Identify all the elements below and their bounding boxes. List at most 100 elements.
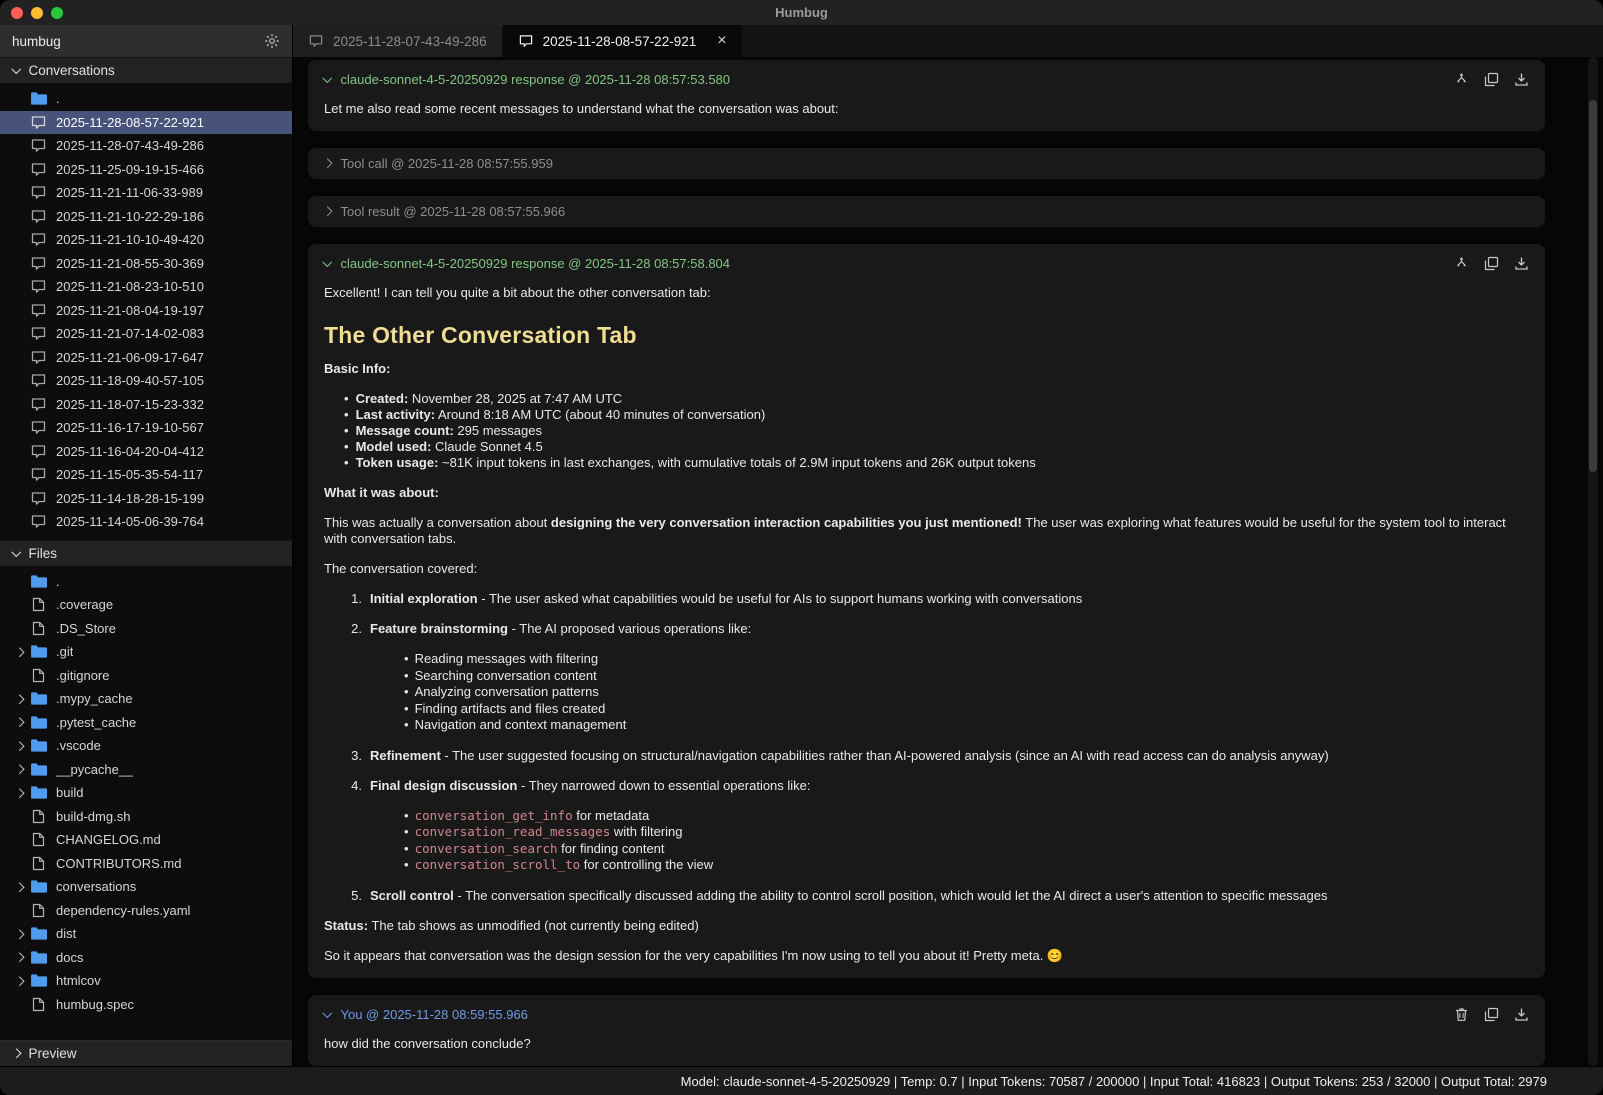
message-header-label: claude-sonnet-4-5-20250929 response @ 20… xyxy=(341,256,731,271)
conversation-item[interactable]: 2025-11-21-08-04-19-197 xyxy=(0,299,292,323)
list-item: Reading messages with filtering xyxy=(404,651,1529,668)
chevron-down-icon[interactable] xyxy=(323,257,332,266)
folder-icon xyxy=(30,973,47,988)
preview-section-header[interactable]: Preview xyxy=(0,1040,292,1066)
download-icon[interactable] xyxy=(1514,72,1529,87)
download-icon[interactable] xyxy=(1514,1007,1529,1022)
conversation-item[interactable]: 2025-11-28-07-43-49-286 xyxy=(0,134,292,158)
expand-chevron-icon[interactable] xyxy=(8,743,30,750)
copy-icon[interactable] xyxy=(1484,72,1499,87)
chevron-down-icon[interactable] xyxy=(323,73,332,82)
file-item-label: .DS_Store xyxy=(56,621,116,636)
expand-chevron-icon[interactable] xyxy=(8,649,30,656)
tool-result-card[interactable]: Tool result @ 2025-11-28 08:57:55.966 xyxy=(308,196,1545,227)
expand-chevron-icon[interactable] xyxy=(8,696,30,703)
file-item[interactable]: humbug.spec xyxy=(0,993,292,1017)
chevron-right-icon[interactable] xyxy=(323,159,332,168)
files-root-folder[interactable]: . xyxy=(0,570,292,594)
copy-icon[interactable] xyxy=(1484,1007,1499,1022)
conversation-item[interactable]: 2025-11-18-07-15-23-332 xyxy=(0,393,292,417)
file-item[interactable]: dependency-rules.yaml xyxy=(0,899,292,923)
conversation-item[interactable]: 2025-11-16-17-19-10-567 xyxy=(0,416,292,440)
conversation-item[interactable]: 2025-11-21-06-09-17-647 xyxy=(0,346,292,370)
expand-chevron-icon[interactable] xyxy=(8,790,30,797)
message-header[interactable]: You @ 2025-11-28 08:59:55.966 xyxy=(324,1007,1529,1022)
bullet-list: Created: November 28, 2025 at 7:47 AM UT… xyxy=(324,391,1529,471)
gear-icon[interactable] xyxy=(264,33,280,49)
folder-item[interactable]: docs xyxy=(0,946,292,970)
copy-icon[interactable] xyxy=(1484,256,1499,271)
trash-icon[interactable] xyxy=(1454,1007,1469,1022)
message-header[interactable]: claude-sonnet-4-5-20250929 response @ 20… xyxy=(324,72,1529,87)
file-item[interactable]: .DS_Store xyxy=(0,617,292,641)
folder-item[interactable]: .vscode xyxy=(0,734,292,758)
expand-chevron-icon[interactable] xyxy=(8,978,30,985)
list-item: conversation_get_info for metadata xyxy=(404,808,1529,825)
paragraph: Status: The tab shows as unmodified (not… xyxy=(324,918,1529,934)
project-name: humbug xyxy=(12,34,61,49)
tool-call-card[interactable]: Tool call @ 2025-11-28 08:57:55.959 xyxy=(308,148,1545,179)
tab-conversation-inactive[interactable]: 2025-11-28-07-43-49-286 xyxy=(293,25,502,57)
conversation-item[interactable]: 2025-11-21-08-23-10-510 xyxy=(0,275,292,299)
conversation-item[interactable]: 2025-11-21-10-22-29-186 xyxy=(0,205,292,229)
conversation-item-selected[interactable]: 2025-11-28-08-57-22-921 xyxy=(0,111,292,135)
chevron-right-icon[interactable] xyxy=(323,207,332,216)
folder-item[interactable]: __pycache__ xyxy=(0,758,292,782)
list-item: conversation_read_messages with filterin… xyxy=(404,824,1529,841)
folder-item[interactable]: .git xyxy=(0,640,292,664)
folder-item-label: docs xyxy=(56,950,83,965)
tab-conversation-active[interactable]: 2025-11-28-08-57-22-921 × xyxy=(503,25,742,57)
list-item: Token usage: ~81K input tokens in last e… xyxy=(344,455,1529,471)
folder-item[interactable]: dist xyxy=(0,922,292,946)
conversation-item[interactable]: 2025-11-21-11-06-33-989 xyxy=(0,181,292,205)
chat-bubble-icon xyxy=(30,303,47,318)
fork-icon[interactable] xyxy=(1454,256,1469,271)
folder-icon xyxy=(30,762,47,777)
download-icon[interactable] xyxy=(1514,256,1529,271)
scrollbar-thumb[interactable] xyxy=(1589,100,1597,472)
zoom-window-button[interactable] xyxy=(51,7,63,19)
conversation-item[interactable]: 2025-11-15-05-35-54-117 xyxy=(0,463,292,487)
close-window-button[interactable] xyxy=(11,7,23,19)
chevron-down-icon[interactable] xyxy=(323,1008,332,1017)
folder-item-label: .git xyxy=(56,644,73,659)
sidebar-spacer xyxy=(0,1022,292,1040)
conversation-item[interactable]: 2025-11-18-09-40-57-105 xyxy=(0,369,292,393)
conversation-item[interactable]: 2025-11-21-07-14-02-083 xyxy=(0,322,292,346)
fork-icon[interactable] xyxy=(1454,72,1469,87)
file-item[interactable]: CHANGELOG.md xyxy=(0,828,292,852)
file-item[interactable]: CONTRIBUTORS.md xyxy=(0,852,292,876)
list-item: Analyzing conversation patterns xyxy=(404,684,1529,701)
folder-item[interactable]: htmlcov xyxy=(0,969,292,993)
file-item[interactable]: .coverage xyxy=(0,593,292,617)
conversation-item[interactable]: 2025-11-25-09-19-15-466 xyxy=(0,158,292,182)
conversations-section-header[interactable]: Conversations xyxy=(0,57,292,83)
file-item[interactable]: build-dmg.sh xyxy=(0,805,292,829)
conversation-item-label: 2025-11-21-11-06-33-989 xyxy=(56,185,203,200)
conversation-item[interactable]: 2025-11-14-18-28-15-199 xyxy=(0,487,292,511)
file-item-label: humbug.spec xyxy=(56,997,134,1012)
folder-item[interactable]: .mypy_cache xyxy=(0,687,292,711)
file-item[interactable]: .gitignore xyxy=(0,664,292,688)
close-tab-icon[interactable]: × xyxy=(717,33,726,49)
conversations-root-folder[interactable]: . xyxy=(0,87,292,111)
folder-item[interactable]: build xyxy=(0,781,292,805)
folder-item[interactable]: conversations xyxy=(0,875,292,899)
conversation-item[interactable]: 2025-11-14-05-06-39-764 xyxy=(0,510,292,534)
conversation-item[interactable]: 2025-11-21-10-10-49-420 xyxy=(0,228,292,252)
window-title: Humbug xyxy=(0,5,1603,20)
message-body: Let me also read some recent messages to… xyxy=(324,101,1529,117)
minimize-window-button[interactable] xyxy=(31,7,43,19)
folder-item[interactable]: .pytest_cache xyxy=(0,711,292,735)
expand-chevron-icon[interactable] xyxy=(8,954,30,961)
expand-chevron-icon[interactable] xyxy=(8,884,30,891)
expand-chevron-icon[interactable] xyxy=(8,931,30,938)
conversation-item[interactable]: 2025-11-16-04-20-04-412 xyxy=(0,440,292,464)
conversation-item[interactable]: 2025-11-21-08-55-30-369 xyxy=(0,252,292,276)
chat-bubble-icon xyxy=(30,256,47,271)
message-header[interactable]: claude-sonnet-4-5-20250929 response @ 20… xyxy=(324,256,1529,271)
expand-chevron-icon[interactable] xyxy=(8,719,30,726)
files-section-header[interactable]: Files xyxy=(0,540,292,566)
scrollbar-track[interactable] xyxy=(1588,57,1598,1066)
expand-chevron-icon[interactable] xyxy=(8,766,30,773)
